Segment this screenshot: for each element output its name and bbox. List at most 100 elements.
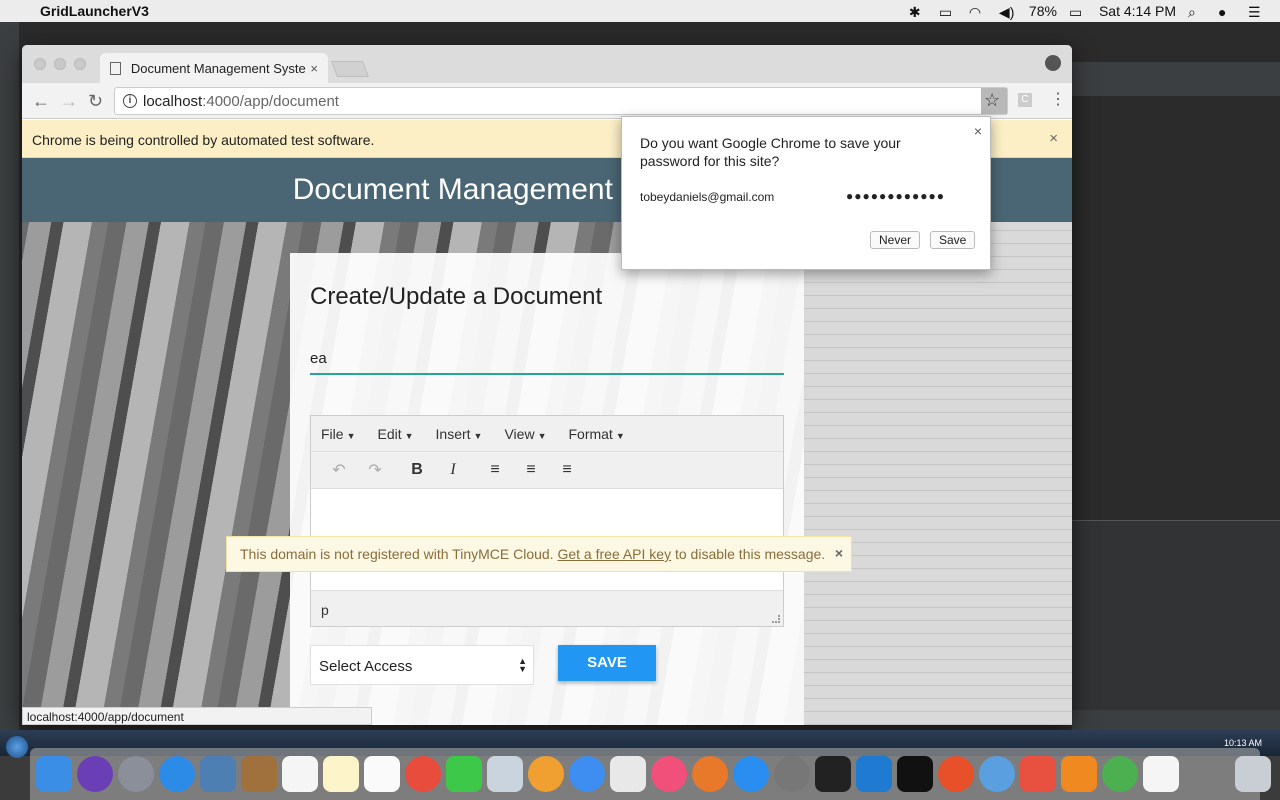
vlc-icon[interactable] — [1061, 756, 1097, 792]
chrome-menu-icon[interactable]: ⋮ — [1050, 89, 1066, 109]
notice-close-icon[interactable]: × — [835, 545, 843, 561]
italic-icon[interactable]: I — [435, 461, 471, 479]
get-api-key-link[interactable]: Get a free API key — [557, 546, 671, 562]
notice-text-end: to disable this message. — [671, 546, 826, 562]
ide-right-panel — [1072, 62, 1280, 738]
notification-center-icon[interactable]: ☰ — [1248, 4, 1266, 20]
vscode-icon[interactable] — [856, 756, 892, 792]
windows-start-button[interactable] — [6, 736, 28, 758]
tab-close-icon[interactable]: × — [310, 61, 318, 76]
editor-menu-view[interactable]: View ▼ — [504, 426, 546, 442]
document-title-input[interactable] — [310, 343, 784, 375]
activity-monitor-icon[interactable] — [815, 756, 851, 792]
siri-dock-icon[interactable] — [77, 756, 113, 792]
select-access-label: Select Access — [319, 658, 413, 675]
finder-icon[interactable] — [36, 756, 72, 792]
trash-icon[interactable] — [1235, 756, 1271, 792]
undo-icon[interactable]: ↶ — [321, 460, 357, 480]
ibooks-icon[interactable] — [692, 756, 728, 792]
caret-down-icon: ▼ — [346, 430, 356, 441]
volume-icon[interactable]: ◀) — [999, 4, 1017, 20]
save-password-button[interactable]: Save — [930, 231, 976, 249]
bubble-close-icon[interactable]: × — [974, 123, 982, 139]
document-form-card: Create/Update a Document File▼ Edit▼ Ins… — [290, 253, 804, 725]
align-right-icon[interactable]: ≡ — [549, 461, 585, 479]
extension-icon[interactable]: C — [1018, 93, 1032, 107]
dock-separator — [1194, 756, 1230, 792]
calendar-icon[interactable] — [282, 756, 318, 792]
never-button[interactable]: Never — [870, 231, 921, 249]
reminders-icon[interactable] — [364, 756, 400, 792]
java-icon[interactable] — [1143, 756, 1179, 792]
site-info-icon[interactable]: i — [123, 94, 137, 108]
align-center-icon[interactable]: ≡ — [513, 461, 549, 479]
editor-menu-edit[interactable]: Edit ▼ — [377, 426, 413, 442]
editor-statusbar: p — [311, 590, 783, 626]
new-tab-button[interactable] — [331, 61, 369, 77]
close-window-button[interactable] — [34, 58, 46, 70]
chrome-second-dock-icon[interactable] — [1102, 756, 1138, 792]
align-left-icon[interactable]: ≡ — [477, 461, 513, 479]
photos-icon[interactable] — [528, 756, 564, 792]
menu-label: File — [321, 425, 344, 442]
infobar-close-icon[interactable]: × — [1049, 130, 1058, 147]
tab-title: Document Management Syster — [130, 60, 307, 76]
postman-icon[interactable] — [938, 756, 974, 792]
editor-toolbar: ↶ ↷ B I ≡ ≡ ≡ — [311, 452, 783, 489]
menubar-status-area: ✱ ▭ ◠ ◀) 78% ▭ Sat 4:14 PM ⌕ ● ☰ — [909, 3, 1280, 20]
save-password-bubble: × Do you want Google Chrome to save your… — [621, 116, 991, 270]
tinymce-cloud-notice: This domain is not registered with TinyM… — [226, 536, 852, 572]
wifi-icon[interactable]: ◠ — [969, 4, 987, 20]
select-access-dropdown[interactable]: Select Access ▲ ▼ — [310, 645, 534, 685]
battery-percent[interactable]: 78% — [1029, 3, 1057, 19]
tab-strip: Document Management Syster × — [22, 45, 1072, 83]
chrome-dock-icon[interactable] — [405, 756, 441, 792]
save-button[interactable]: SAVE — [558, 645, 656, 681]
app-store-icon[interactable] — [733, 756, 769, 792]
contacts-icon[interactable] — [241, 756, 277, 792]
redo-icon[interactable]: ↷ — [357, 460, 393, 480]
slack-icon[interactable] — [610, 756, 646, 792]
airplay-icon[interactable]: ▭ — [939, 4, 957, 20]
preview-icon[interactable] — [487, 756, 523, 792]
safari-icon[interactable] — [159, 756, 195, 792]
facetime-icon[interactable] — [446, 756, 482, 792]
forward-arrow-icon[interactable]: → — [60, 91, 78, 112]
system-preferences-icon[interactable] — [774, 756, 810, 792]
rocket-app-icon[interactable] — [1020, 756, 1056, 792]
tab-document-management[interactable]: Document Management Syster × — [100, 53, 328, 83]
zoom-window-button[interactable] — [74, 58, 86, 70]
app-name[interactable]: GridLauncherV3 — [40, 3, 149, 19]
siri-icon[interactable]: ● — [1218, 4, 1236, 20]
caret-down-icon: ▼ — [404, 430, 414, 441]
notes-icon[interactable] — [323, 756, 359, 792]
menubar-clock[interactable]: Sat 4:14 PM — [1099, 3, 1176, 19]
spotlight-search-icon[interactable]: ⌕ — [1188, 4, 1206, 20]
minimize-window-button[interactable] — [54, 58, 66, 70]
battery-icon[interactable]: ▭ — [1069, 4, 1087, 20]
reload-icon[interactable]: ↻ — [88, 91, 103, 112]
sequel-pro-icon[interactable] — [979, 756, 1015, 792]
form-title: Create/Update a Document — [310, 283, 603, 310]
editor-menu-insert[interactable]: Insert ▼ — [436, 426, 483, 442]
bookmark-star-icon[interactable]: ☆ — [984, 90, 1000, 111]
messages-icon[interactable] — [569, 756, 605, 792]
bluetooth-icon[interactable]: ✱ — [909, 4, 927, 20]
itunes-icon[interactable] — [651, 756, 687, 792]
link-status-bubble: localhost:4000/app/document — [22, 707, 372, 725]
back-arrow-icon[interactable]: ← — [32, 91, 50, 112]
address-bar[interactable]: i localhost:4000/app/document — [114, 87, 1008, 115]
editor-menu-file[interactable]: File ▼ — [321, 426, 355, 442]
profile-avatar-icon[interactable] — [1045, 55, 1061, 71]
bold-icon[interactable]: B — [399, 461, 435, 479]
resize-grip-icon[interactable] — [772, 615, 780, 623]
element-path[interactable]: p — [321, 602, 329, 618]
notice-text: This domain is not registered with TinyM… — [240, 546, 558, 562]
ide-tool-window — [1072, 520, 1280, 720]
url-path: :4000/app/document — [202, 92, 339, 110]
launchpad-icon[interactable] — [118, 756, 154, 792]
terminal-icon[interactable] — [897, 756, 933, 792]
mail-icon[interactable] — [200, 756, 236, 792]
editor-menu-format[interactable]: Format ▼ — [568, 426, 624, 442]
url-host: localhost — [143, 92, 203, 110]
